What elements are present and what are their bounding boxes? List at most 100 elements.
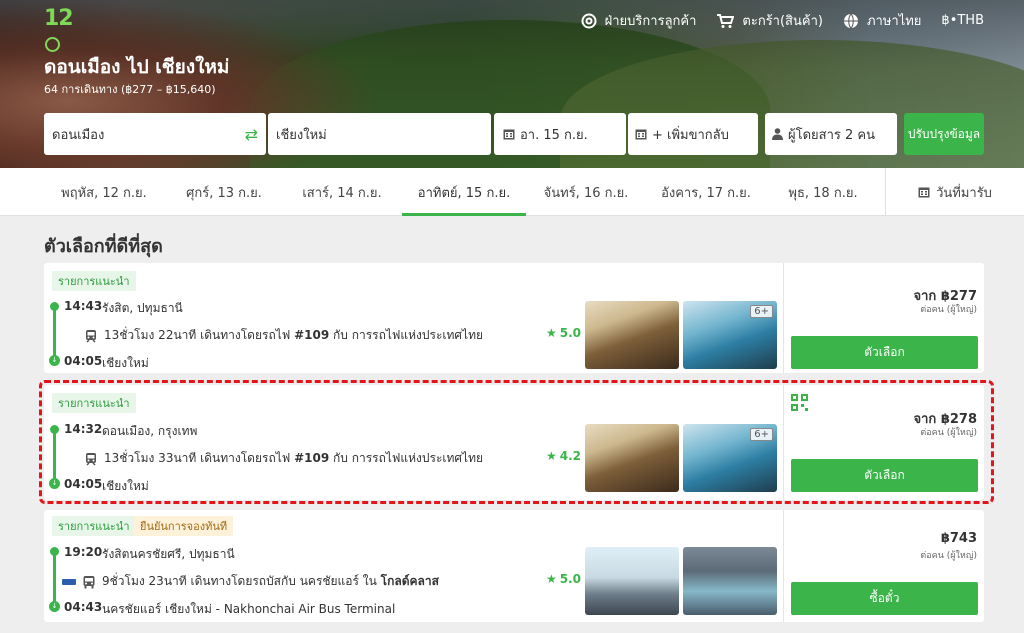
more-photos-badge: 6+ <box>750 428 773 441</box>
timeline-line <box>53 430 56 482</box>
select-option-label: ตัวเลือก <box>864 468 905 482</box>
tab-date-label: จันทร์, 16 ก.ย. <box>543 185 629 201</box>
photo-thumbnail[interactable] <box>683 547 777 615</box>
operator-name: การรถไฟแห่งประเทศไทย <box>351 451 484 465</box>
from-field[interactable]: ดอนเมือง ⇄ <box>44 113 266 155</box>
lifebuoy-icon <box>581 13 597 28</box>
currency-label: ฿•THB <box>941 13 984 28</box>
photo-thumbnail[interactable] <box>585 301 679 369</box>
trip-duration: 13ชั่วโมง 22นาที เดินทางโดยรถไฟ <box>104 328 291 342</box>
timeline-start-dot <box>50 425 59 434</box>
language-selector[interactable]: ภาษาไทย <box>843 10 921 31</box>
more-photos-badge: 6+ <box>750 305 773 318</box>
select-option-button[interactable]: ตัวเลือก <box>791 336 978 369</box>
tab-date-16[interactable]: จันทร์, 16 ก.ย. <box>526 168 646 216</box>
train-number: #109 <box>294 328 330 342</box>
calendar-icon <box>635 129 647 140</box>
currency-selector[interactable]: ฿•THB <box>941 13 984 28</box>
tab-date-label: เสาร์, 14 ก.ย. <box>302 185 382 201</box>
return-field-value: + เพิ่มขากลับ <box>652 127 729 143</box>
recommended-badge: รายการแนะนำ <box>52 393 136 413</box>
arrival-place: นครชัยแอร์ เชียงใหม่ - Nakhonchai Air Bu… <box>102 602 396 616</box>
rating-value: 4.2 <box>559 449 582 463</box>
departure-place: รังสิต, ปทุมธานี <box>102 301 183 315</box>
language-label: ภาษาไทย <box>866 14 922 29</box>
select-option-button[interactable]: ตัวเลือก <box>791 459 978 492</box>
timeline-start-dot <box>50 547 59 556</box>
arrival-time: 04:43 <box>64 600 103 614</box>
tab-date-15-active[interactable]: อาทิตย์, 15 ก.ย. <box>402 168 526 216</box>
cart-label: ตะกร้า(สินค้า) <box>742 14 823 29</box>
date-field[interactable]: อา. 15 ก.ย. <box>494 113 626 155</box>
from-field-value: ดอนเมือง <box>52 127 105 143</box>
departure-place: ดอนเมือง, กรุงเทพ <box>102 424 198 438</box>
timeline-start-dot <box>50 302 59 311</box>
photo-thumbnail[interactable]: 6+ <box>683 301 777 369</box>
calendar-icon <box>503 129 515 140</box>
departure-time: 14:32 <box>64 422 103 436</box>
price-note: ต่อคน (ผู้ใหญ่) <box>920 305 977 315</box>
select-option-label: ตัวเลือก <box>864 345 905 359</box>
departure-place: รังสิตนครชัยศรี, ปทุมธานี <box>102 547 235 561</box>
date-field-value: อา. 15 ก.ย. <box>520 127 588 143</box>
tab-date-14[interactable]: เสาร์, 14 ก.ย. <box>282 168 402 216</box>
page-title: ดอนเมือง ไป เชียงใหม่ <box>44 56 230 78</box>
train-number: #109 <box>294 451 330 465</box>
customer-support-link[interactable]: ฝ่ายบริการลูกค้า <box>581 10 697 31</box>
instant-confirmation-badge: ยืนยันการจองทันที <box>134 516 234 536</box>
tab-date-18[interactable]: พุธ, 18 ก.ย. <box>763 168 883 216</box>
passengers-field-value: ผู้โดยสาร 2 คน <box>788 127 875 143</box>
star-icon: ★ <box>546 449 557 463</box>
price-note: ต่อคน (ผู้ใหญ่) <box>920 551 977 561</box>
update-search-button[interactable]: ปรับปรุงข้อมูล <box>904 113 984 155</box>
customer-support-label: ฝ่ายบริการลูกค้า <box>604 14 697 29</box>
to-field-value: เชียงใหม่ <box>276 127 327 143</box>
trip-duration: 9ชั่วโมง 23นาที เดินทางโดยรถบัสกับ นครชั… <box>102 574 377 588</box>
qr-code-icon[interactable] <box>791 394 808 411</box>
price-note: ต่อคน (ผู้ใหญ่) <box>920 428 977 438</box>
photo-thumbnail[interactable] <box>585 424 679 492</box>
rating-value: 5.0 <box>559 326 582 340</box>
arrival-place: เชียงใหม่ <box>102 479 149 493</box>
passengers-field[interactable]: ผู้โดยสาร 2 คน <box>765 113 897 155</box>
bus-class: โกลด์คลาส <box>380 574 439 588</box>
photo-thumbnail[interactable]: 6+ <box>683 424 777 492</box>
trip-details: 13ชั่วโมง 22นาที เดินทางโดยรถไฟ #109 กับ… <box>84 326 483 345</box>
to-field[interactable]: เชียงใหม่ <box>268 113 491 155</box>
price: ฿743 <box>940 531 977 546</box>
tab-date-17[interactable]: อังคาร, 17 ก.ย. <box>646 168 766 216</box>
arrival-place: เชียงใหม่ <box>102 356 149 370</box>
tab-date-13[interactable]: ศุกร์, 13 ก.ย. <box>164 168 284 216</box>
result-card[interactable]: รายการแนะนำ ↓ 14:43 รังสิต, ปทุมธานี 13ช… <box>44 263 984 373</box>
result-card[interactable]: รายการแนะนำ ยืนยันการจองทันที ↓ 19:20 รั… <box>44 510 984 622</box>
calendar-icon <box>918 187 930 198</box>
timeline-end-dot: ↓ <box>49 478 60 489</box>
timeline-end-dot: ↓ <box>49 601 60 612</box>
cart-link[interactable]: ตะกร้า(สินค้า) <box>716 10 823 31</box>
cart-icon <box>717 13 735 28</box>
swap-icon[interactable]: ⇄ <box>245 125 258 144</box>
return-field[interactable]: + เพิ่มขากลับ <box>628 113 758 155</box>
rating: ★ 5.0 <box>546 572 581 586</box>
buy-ticket-button[interactable]: ซื้อตั๋ว <box>791 582 978 615</box>
tab-date-label: พุธ, 18 ก.ย. <box>788 185 858 201</box>
rating-value: 5.0 <box>559 572 582 586</box>
star-icon: ★ <box>546 326 557 340</box>
user-icon <box>772 128 783 140</box>
trip-duration: 13ชั่วโมง 33นาที เดินทางโดยรถไฟ <box>104 451 291 465</box>
photo-thumbnail[interactable] <box>585 547 679 615</box>
section-title: ตัวเลือกที่ดีที่สุด <box>44 236 163 257</box>
update-search-label: ปรับปรุงข้อมูล <box>907 126 981 141</box>
trip-details: 9ชั่วโมง 23นาที เดินทางโดยรถบัสกับ นครชั… <box>62 572 439 591</box>
return-date-tab[interactable]: วันที่มารับ <box>885 168 1024 216</box>
rating: ★ 5.0 <box>546 326 581 340</box>
top-nav: ฝ่ายบริการลูกค้า ตะกร้า(สินค้า) ภาษาไทย … <box>581 10 984 31</box>
bus-icon <box>83 575 95 588</box>
site-logo[interactable]: 12 <box>44 6 84 52</box>
operator-logo <box>62 578 76 585</box>
tab-date-12[interactable]: พฤหัส, 12 ก.ย. <box>44 168 164 216</box>
buy-ticket-label: ซื้อตั๋ว <box>869 591 900 605</box>
operator-prefix: กับ <box>333 328 348 342</box>
recommended-badge: รายการแนะนำ <box>52 271 136 291</box>
result-card[interactable]: รายการแนะนำ ↓ 14:32 ดอนเมือง, กรุงเทพ 13… <box>44 385 984 500</box>
